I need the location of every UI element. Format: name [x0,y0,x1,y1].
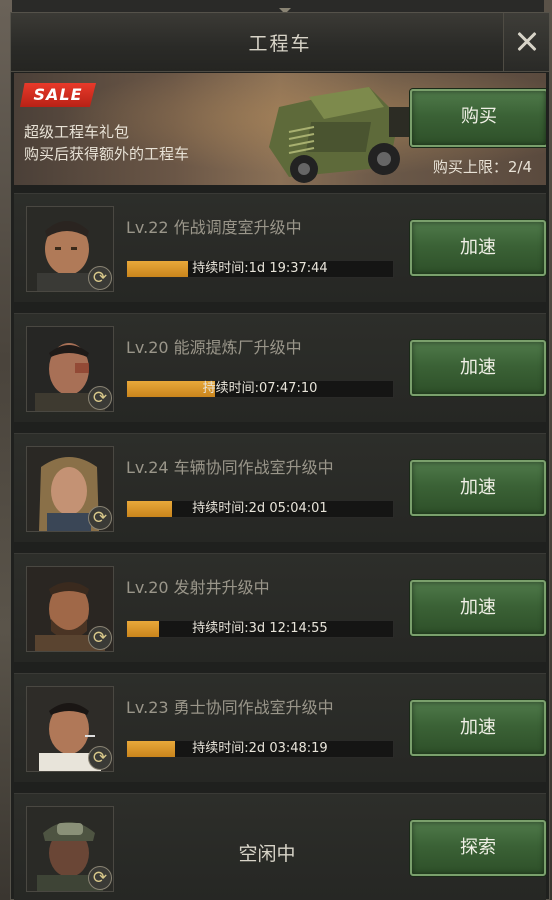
task-row: ⟳ Lv.24 车辆协同作战室升级中 持续时间:2d 05:04:01 加速 [14,433,546,542]
purchase-limit-text: 购买上限：2/4 [432,158,532,176]
progress-bar: 持续时间:1d 19:37:44 [126,260,394,278]
sale-badge: SALE [20,83,96,107]
idle-status: 空闲中 [238,843,296,865]
task-title: Lv.23 勇士协同作战室升级中 [126,698,334,717]
avatar: ⟳ [26,566,114,652]
avatar: ⟳ [26,326,114,412]
refresh-icon[interactable]: ⟳ [88,746,112,770]
banner-description: 超级工程车礼包 购买后获得额外的工程车 [24,121,189,165]
refresh-icon[interactable]: ⟳ [88,506,112,530]
close-button[interactable] [503,13,549,71]
idle-row: ⟳ 空闲中 探索 [14,793,546,900]
refresh-icon[interactable]: ⟳ [88,266,112,290]
speed-up-button[interactable]: 加速 [410,700,546,756]
task-title: Lv.24 车辆协同作战室升级中 [126,458,334,477]
page-title: 工程车 [248,33,312,55]
progress-bar: 持续时间:2d 05:04:01 [126,500,394,518]
refresh-icon[interactable]: ⟳ [88,866,112,890]
speed-up-button[interactable]: 加速 [410,220,546,276]
timer-text: 持续时间:2d 03:48:19 [192,741,328,756]
speed-up-button[interactable]: 加速 [410,460,546,516]
task-title: Lv.20 能源提炼厂升级中 [126,338,302,357]
progress-bar: 持续时间:07:47:10 [126,380,394,398]
task-title: Lv.22 作战调度室升级中 [126,218,302,237]
timer-text: 持续时间:2d 05:04:01 [192,501,328,516]
sale-banner: SALE 超级工程车礼包 购买后获得额外的工程车 购买 购买上限：2/4 [14,73,546,185]
task-row: ⟳ Lv.20 能源提炼厂升级中 持续时间:07:47:10 加速 [14,313,546,422]
refresh-icon[interactable]: ⟳ [88,626,112,650]
progress-bar: 持续时间:3d 12:14:55 [126,620,394,638]
avatar: ⟳ [26,806,114,892]
timer-text: 持续时间:3d 12:14:55 [192,621,328,636]
avatar: ⟳ [26,446,114,532]
banner-line-1: 超级工程车礼包 [24,123,130,141]
avatar: ⟳ [26,686,114,772]
engineering-vehicle-panel: 工程车 SALE 超级工程车礼包 购买后获得额外的工程车 购买 购买上限：2/4 [10,12,550,900]
banner-line-2: 购买后获得额外的工程车 [24,145,190,163]
panel-header: 工程车 [11,13,549,72]
truck-illustration [269,87,413,183]
buy-button[interactable]: 购买 [410,89,546,147]
task-row: ⟳ Lv.23 勇士协同作战室升级中 持续时间:2d 03:48:19 加速 [14,673,546,782]
speed-up-button[interactable]: 加速 [410,580,546,636]
task-title: Lv.20 发射井升级中 [126,578,270,597]
explore-button[interactable]: 探索 [410,820,546,876]
speed-up-button[interactable]: 加速 [410,340,546,396]
task-row: ⟳ Lv.22 作战调度室升级中 持续时间:1d 19:37:44 加速 [14,193,546,302]
timer-text: 持续时间:07:47:10 [202,381,318,396]
progress-bar: 持续时间:2d 03:48:19 [126,740,394,758]
task-row: ⟳ Lv.20 发射井升级中 持续时间:3d 12:14:55 加速 [14,553,546,662]
timer-text: 持续时间:1d 19:37:44 [192,261,328,276]
avatar: ⟳ [26,206,114,292]
refresh-icon[interactable]: ⟳ [88,386,112,410]
